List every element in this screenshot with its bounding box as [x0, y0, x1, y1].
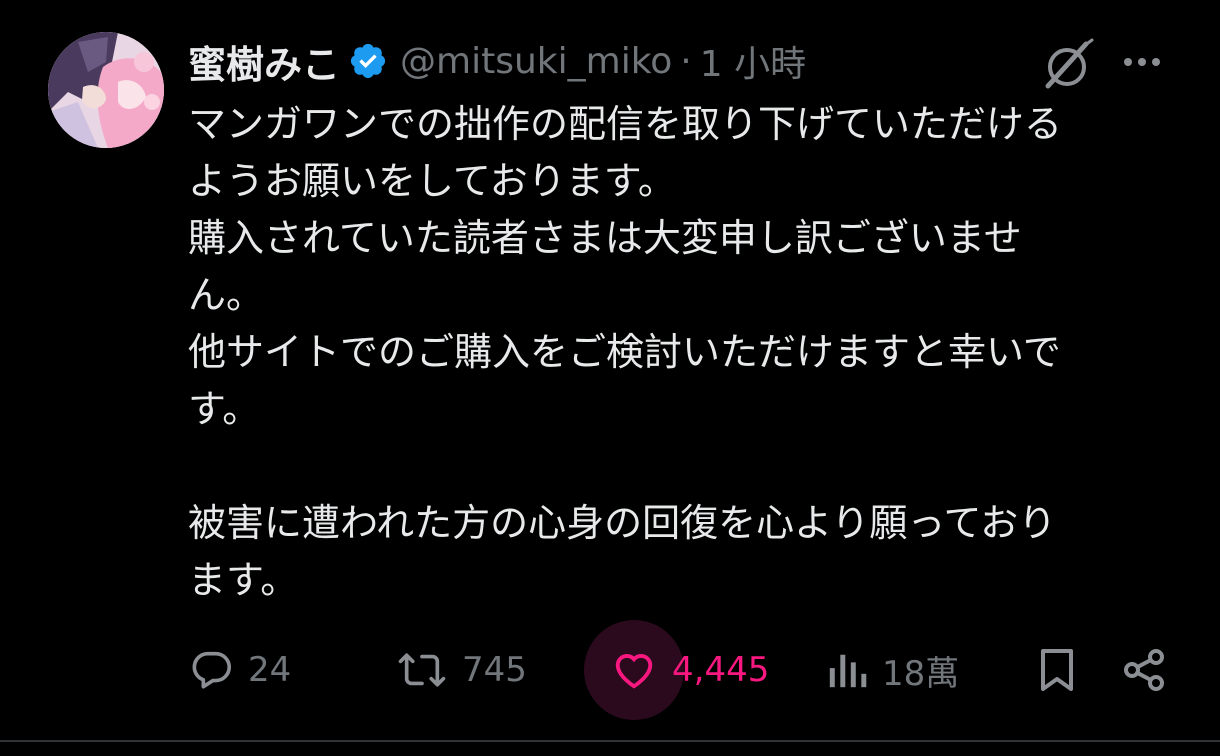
- author-handle[interactable]: @mitsuki_miko: [400, 41, 672, 82]
- more-icon[interactable]: [1118, 48, 1166, 76]
- like-button[interactable]: 4,445: [610, 620, 769, 720]
- display-name[interactable]: 蜜樹みこ: [188, 34, 340, 89]
- tweet-text-line: す。: [188, 387, 261, 431]
- tweet-text-line: ます。: [188, 558, 299, 602]
- retweet-icon: [398, 653, 446, 687]
- tweet-text-line: ようお願いをしております。: [188, 159, 676, 203]
- like-count: 4,445: [672, 650, 770, 690]
- views-count: 18萬: [882, 653, 960, 694]
- reply-count: 24: [248, 650, 292, 690]
- avatar-illustration: [48, 32, 164, 148]
- retweet-count: 745: [462, 650, 527, 690]
- action-bar: 24 745 4,445 18萬: [0, 620, 1220, 720]
- views-button[interactable]: 18萬: [826, 620, 959, 720]
- verified-badge-icon: [348, 41, 388, 81]
- bookmark-icon: [1041, 649, 1073, 691]
- analytics-icon: [829, 654, 867, 688]
- reply-button[interactable]: 24: [188, 620, 291, 720]
- separator-dot: ·: [680, 40, 692, 82]
- tweet: 蜜樹みこ @mitsuki_miko · 1 小時 マンガワンでの拙作の配信を取…: [0, 0, 1220, 756]
- reply-icon: [192, 651, 232, 689]
- grok-icon[interactable]: [1040, 38, 1094, 92]
- heart-icon: [615, 654, 653, 689]
- tweet-text-line: マンガワンでの拙作の配信を取り下げていただける: [188, 102, 1063, 146]
- tweet-header: 蜜樹みこ @mitsuki_miko · 1 小時: [188, 35, 806, 87]
- tweet-text-line: 購入されていた読者さまは大変申し訳ございませ: [188, 216, 1022, 260]
- retweet-button[interactable]: 745: [396, 620, 527, 720]
- tweet-text-line: ん。: [188, 273, 265, 317]
- share-button[interactable]: [1120, 620, 1168, 720]
- tweet-text: マンガワンでの拙作の配信を取り下げていただける ようお願いをしております。 購入…: [188, 96, 1188, 609]
- tweet-text-line: 他サイトでのご購入をご検討いただけますと幸いで: [188, 330, 1061, 374]
- timestamp[interactable]: 1 小時: [700, 35, 806, 87]
- avatar[interactable]: [48, 32, 164, 148]
- tweet-text-line: 被害に遭われた方の心身の回復を心より願っており: [188, 501, 1057, 545]
- share-icon: [1124, 649, 1164, 691]
- divider: [0, 740, 1220, 742]
- bookmark-button[interactable]: [1036, 620, 1078, 720]
